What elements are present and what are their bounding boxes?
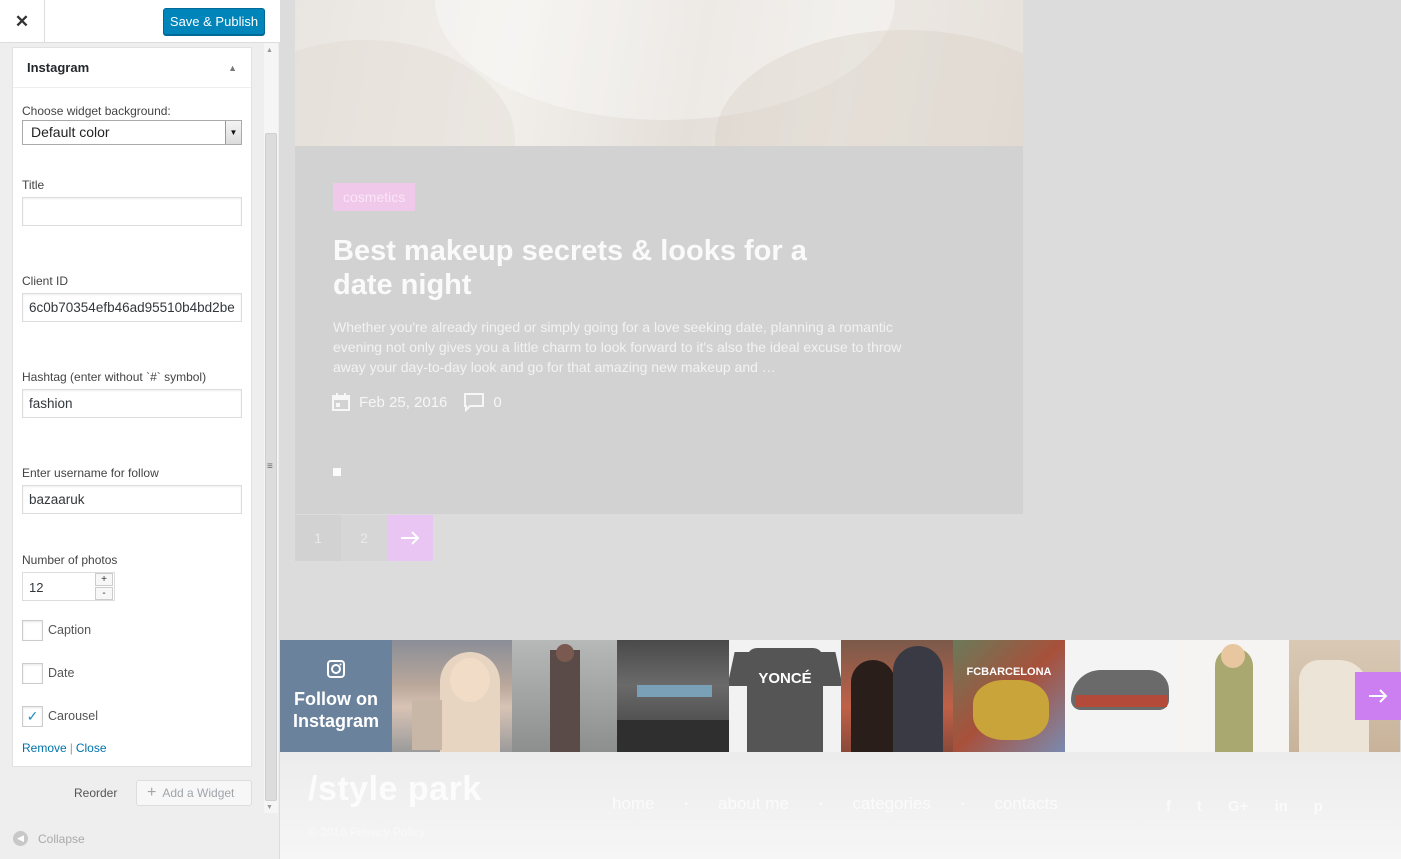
post-card: cosmetics Best makeup secrets & looks fo… xyxy=(295,146,1023,514)
title-input[interactable] xyxy=(22,197,242,226)
post-excerpt: Whether you're already ringed or simply … xyxy=(333,319,902,375)
scroll-down-icon[interactable]: ▼ xyxy=(266,804,273,811)
client-id-input[interactable]: 6c0b70354efb46ad95510b4bd2be xyxy=(22,293,242,322)
category-badge[interactable]: cosmetics xyxy=(333,183,416,211)
instagram-follow-tile[interactable]: Follow on Instagram xyxy=(280,640,392,752)
instagram-photo[interactable]: YONCÉ xyxy=(729,640,841,752)
sidebar-scrollbar[interactable]: ▲ ▼ xyxy=(264,43,278,818)
add-widget-button[interactable]: + Add a Widget xyxy=(136,780,252,806)
google-plus-icon[interactable]: G+ xyxy=(1228,798,1248,815)
hashtag-label: Hashtag (enter without `#` symbol) xyxy=(22,370,207,384)
instagram-photo[interactable] xyxy=(392,640,512,752)
footer-logo[interactable]: /style park xyxy=(308,770,482,809)
nav-categories[interactable]: categories xyxy=(852,794,930,814)
carousel-checkbox[interactable]: ✓ xyxy=(22,706,43,727)
nav-separator: • xyxy=(818,798,823,810)
instagram-photo[interactable] xyxy=(1177,640,1289,752)
resize-handle-icon[interactable]: ≡ xyxy=(267,461,273,472)
separator: | xyxy=(69,741,73,755)
instagram-photo[interactable]: FCBARCELONA xyxy=(953,640,1065,752)
nav-about-me[interactable]: about me xyxy=(718,794,789,814)
slider-dot[interactable] xyxy=(333,468,341,476)
chevron-down-icon[interactable]: ▼ xyxy=(225,121,241,144)
client-id-label: Client ID xyxy=(22,274,69,288)
instagram-photo[interactable] xyxy=(617,640,729,752)
calendar-icon xyxy=(332,393,350,411)
site-preview: cosmetics Best makeup secrets & looks fo… xyxy=(280,0,1401,859)
comment-icon xyxy=(464,393,485,412)
post-meta: Feb 25, 2016 0 xyxy=(331,392,502,412)
post-title[interactable]: Best makeup secrets & looks for a date n… xyxy=(333,234,853,302)
photos-label: Number of photos xyxy=(22,553,118,567)
date-label: Date xyxy=(48,666,75,680)
stepper-up-button[interactable]: + xyxy=(95,573,113,586)
footer-copyright: © 2016 Privacy Policy xyxy=(308,825,425,839)
checkmark-icon: ✓ xyxy=(26,708,39,724)
date-checkbox[interactable] xyxy=(22,663,43,684)
reorder-link[interactable]: Reorder xyxy=(74,786,117,800)
username-label: Enter username for follow xyxy=(22,466,159,480)
carousel-label: Carousel xyxy=(48,709,99,723)
customizer-header: ✕ Save & Publish xyxy=(0,0,280,43)
instagram-icon xyxy=(327,660,345,678)
caption-label: Caption xyxy=(48,623,92,637)
tshirt-text: YONCÉ xyxy=(758,670,812,687)
close-link[interactable]: Close xyxy=(76,741,107,755)
next-page-button[interactable] xyxy=(387,515,433,561)
background-select-value: Default color xyxy=(31,124,110,140)
linkedin-icon[interactable]: in xyxy=(1274,798,1287,815)
pinterest-icon[interactable]: p xyxy=(1314,798,1323,815)
footer-nav: home • about me • categories • contacts xyxy=(612,794,1058,814)
nav-contacts[interactable]: contacts xyxy=(994,794,1057,814)
caption-checkbox[interactable] xyxy=(22,620,43,641)
instagram-strip: Follow on Instagram YONCÉ FCBARCELONA xyxy=(280,640,1401,752)
jersey-text: FCBARCELONA xyxy=(966,666,1052,678)
pagination: 1 2 xyxy=(295,515,433,561)
username-input[interactable]: bazaaruk xyxy=(22,485,242,514)
add-widget-label: Add a Widget xyxy=(162,786,235,800)
collapse-arrow-icon[interactable]: ▲ xyxy=(228,63,237,73)
arrow-right-icon xyxy=(401,531,420,545)
save-publish-button[interactable]: Save & Publish xyxy=(163,8,265,35)
nav-separator: • xyxy=(960,798,965,810)
page-link-2[interactable]: 2 xyxy=(341,515,387,561)
customizer-sidebar: ✕ Save & Publish Instagram ▲ Choose widg… xyxy=(0,0,280,859)
collapse-label: Collapse xyxy=(38,831,85,846)
scroll-up-icon[interactable]: ▲ xyxy=(266,47,273,54)
nav-home[interactable]: home xyxy=(612,794,655,814)
title-label: Title xyxy=(22,178,45,192)
instagram-photo[interactable] xyxy=(841,640,953,752)
instagram-photo[interactable] xyxy=(512,640,617,752)
close-icon[interactable]: ✕ xyxy=(0,0,45,43)
carousel-next-button[interactable] xyxy=(1355,672,1401,720)
facebook-icon[interactable]: f xyxy=(1166,798,1171,815)
instagram-widget-panel: Instagram ▲ Choose widget background: De… xyxy=(12,47,252,767)
stepper-down-button[interactable]: - xyxy=(95,587,113,600)
twitter-icon[interactable]: t xyxy=(1197,798,1202,815)
footer-social: f t G+ in p xyxy=(1166,798,1323,815)
hashtag-input[interactable]: fashion xyxy=(22,389,242,418)
post-date: Feb 25, 2016 xyxy=(359,393,448,411)
arrow-right-icon xyxy=(1369,689,1388,703)
background-label: Choose widget background: xyxy=(22,104,171,118)
instagram-photo[interactable] xyxy=(1065,640,1177,752)
widget-actions: Remove | Close xyxy=(22,741,107,755)
page-link-1[interactable]: 1 xyxy=(295,515,341,561)
widget-title: Instagram xyxy=(27,60,90,75)
post-featured-image xyxy=(295,0,1023,146)
widget-header[interactable]: Instagram ▲ xyxy=(13,48,251,88)
collapse-arrow-icon: ◀ xyxy=(13,831,28,846)
site-footer: /style park © 2016 Privacy Policy home •… xyxy=(280,752,1401,859)
remove-link[interactable]: Remove xyxy=(22,741,67,755)
plus-icon: + xyxy=(147,784,157,801)
nav-separator: • xyxy=(684,798,689,810)
background-select[interactable]: Default color ▼ xyxy=(22,120,242,145)
follow-instagram-text: Follow on Instagram xyxy=(292,689,380,731)
collapse-button[interactable]: ◀ Collapse xyxy=(13,831,85,846)
comment-count: 0 xyxy=(493,393,502,411)
